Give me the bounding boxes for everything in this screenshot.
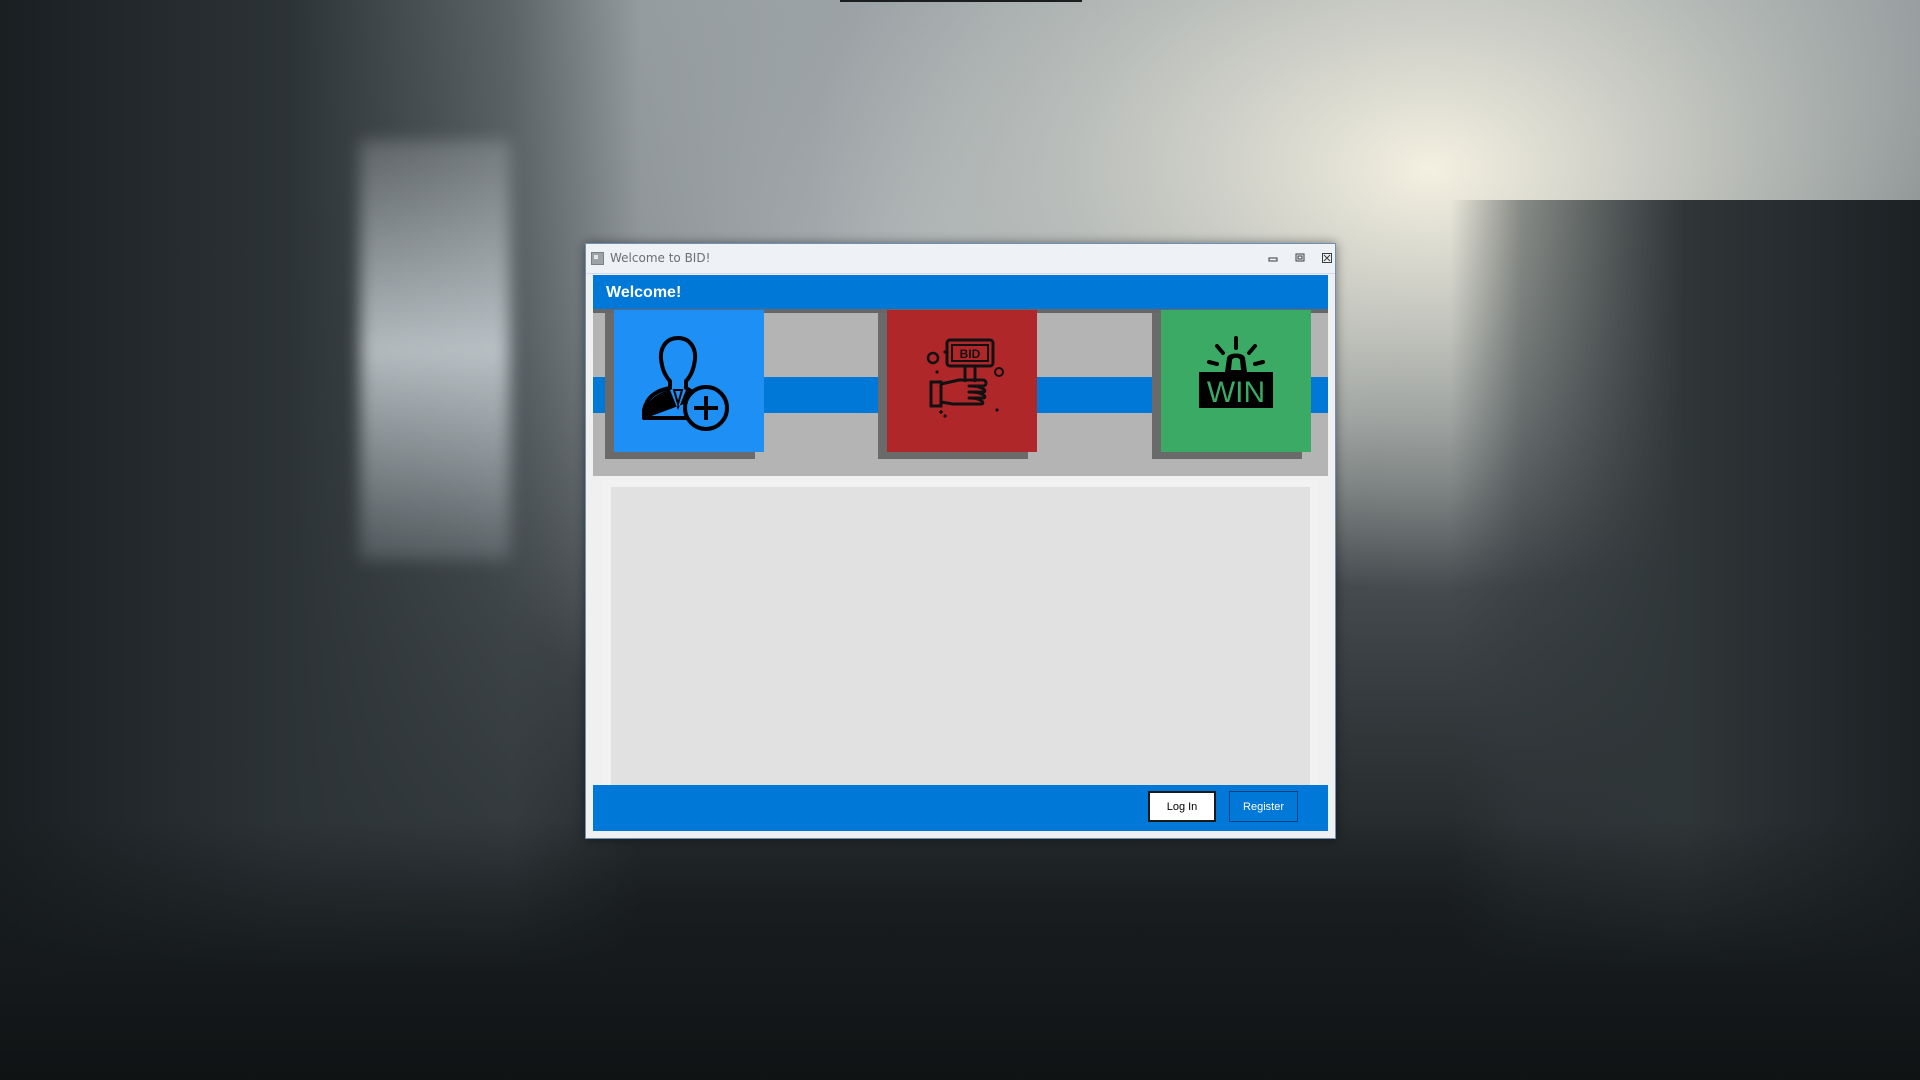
win-icon-label: WIN <box>1207 376 1265 409</box>
page-title: Welcome! <box>606 284 682 301</box>
window-title: Welcome to BID! <box>610 251 711 265</box>
header-band: Welcome! <box>593 275 1328 309</box>
maximize-icon <box>1295 253 1305 262</box>
minimize-icon <box>1268 257 1278 262</box>
footer-bar: Log In Register <box>593 785 1328 831</box>
wallpaper-waterfall <box>360 140 510 560</box>
close-icon <box>1322 253 1332 263</box>
bid-icon-label: BID <box>960 347 981 361</box>
minimize-button[interactable] <box>1263 250 1283 266</box>
win-tile[interactable]: WIN <box>1161 310 1311 452</box>
content-panel <box>611 487 1310 785</box>
user-add-icon <box>642 336 729 431</box>
app-icon <box>591 252 604 265</box>
login-button[interactable]: Log In <box>1148 791 1216 822</box>
register-user-tile[interactable] <box>614 310 764 452</box>
maximize-button[interactable] <box>1290 250 1310 266</box>
close-button[interactable] <box>1317 250 1337 266</box>
wallpaper-valley <box>0 820 1920 1080</box>
top-edge-mark <box>840 0 1082 2</box>
register-button[interactable]: Register <box>1229 791 1298 822</box>
win-siren-icon: WIN <box>1199 336 1273 409</box>
window-titlebar[interactable]: Welcome to BID! <box>586 244 1335 274</box>
content-frame <box>602 480 1318 785</box>
bid-paddle-icon: BID <box>926 338 1004 418</box>
welcome-window: Welcome to BID! Welcome! BID WIN Log In … <box>585 243 1336 839</box>
bid-tile[interactable]: BID <box>887 310 1037 452</box>
feature-tiles-panel: BID WIN <box>593 310 1328 476</box>
